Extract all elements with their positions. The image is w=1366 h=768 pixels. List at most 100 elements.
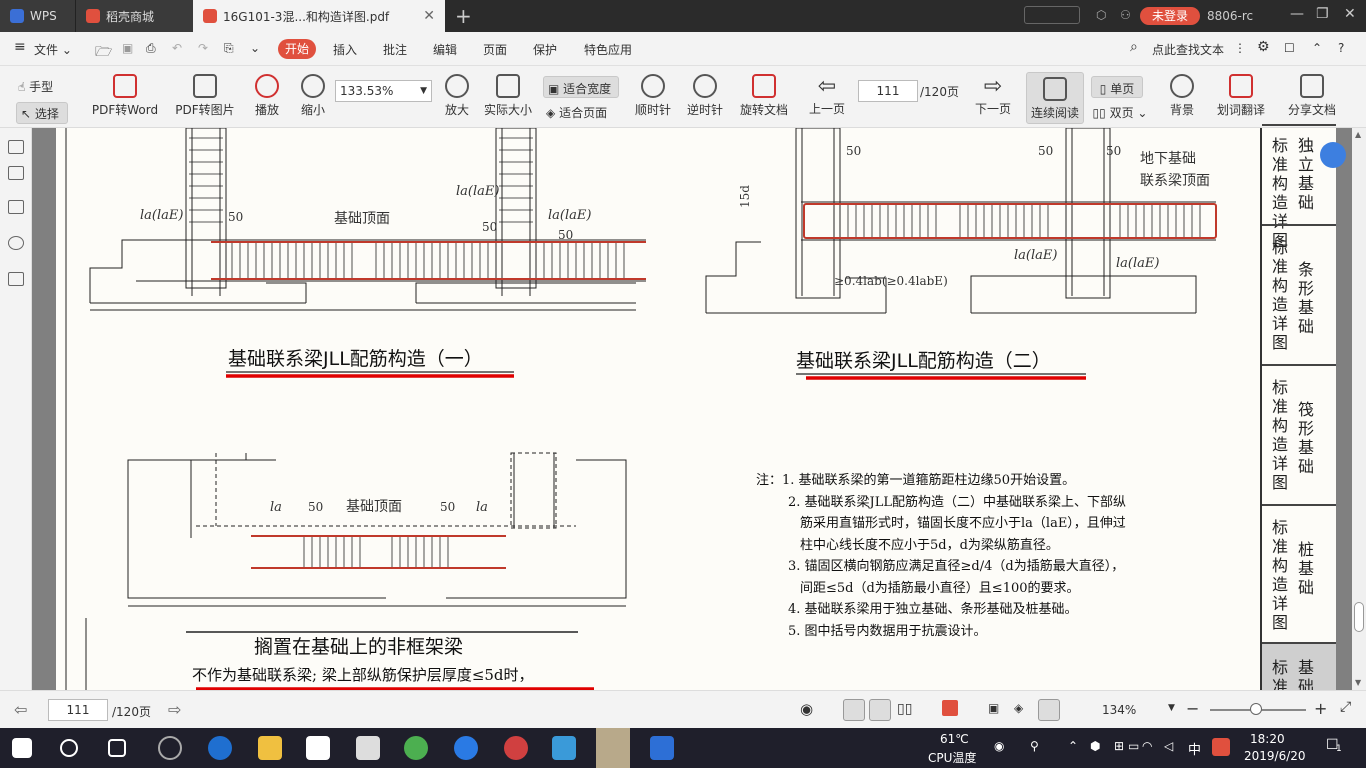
menu-edit[interactable]: 编辑 bbox=[433, 41, 457, 58]
thumbnails-icon[interactable] bbox=[8, 140, 24, 154]
zoom-minus-icon[interactable]: − bbox=[1186, 699, 1199, 718]
tray-expand-icon[interactable]: ⌃ bbox=[1068, 739, 1078, 753]
pdf-to-word-button[interactable]: PDF转Word bbox=[88, 74, 162, 118]
play-button[interactable]: 播放 bbox=[250, 74, 284, 118]
zoom-slider-thumb[interactable] bbox=[1250, 703, 1262, 715]
file-explorer-icon[interactable] bbox=[258, 736, 282, 760]
new-tab-icon[interactable]: + bbox=[455, 4, 472, 28]
zoom-level-select[interactable]: 133.53% ▼ bbox=[335, 80, 432, 102]
open-folder-icon[interactable]: 🗁 bbox=[95, 41, 112, 65]
rotate-ccw-button[interactable]: 逆时针 bbox=[684, 74, 726, 118]
menu-file[interactable]: 文件 ⌄ bbox=[34, 41, 72, 58]
prev-page-button[interactable]: ⇦ 上一页 bbox=[806, 74, 848, 117]
status-zoom-value[interactable]: 134% bbox=[1102, 703, 1136, 717]
undo-icon[interactable]: ↶ bbox=[172, 41, 182, 55]
tray-security-icon[interactable]: ⊞ bbox=[1114, 739, 1124, 753]
status-next-page-icon[interactable]: ⇨ bbox=[168, 700, 181, 719]
store-icon[interactable] bbox=[306, 736, 330, 760]
eye-protection-icon[interactable]: ◉ bbox=[800, 700, 813, 718]
actual-size-icon-status[interactable]: ▣ bbox=[988, 701, 999, 715]
fullscreen-icon[interactable]: ⤢ bbox=[1340, 699, 1351, 715]
cloud-sync-icon[interactable] bbox=[1024, 6, 1080, 24]
menu-start[interactable]: 开始 bbox=[278, 39, 316, 59]
close-tab-icon[interactable]: ✕ bbox=[423, 8, 435, 24]
save-icon[interactable]: ▣ bbox=[122, 41, 133, 55]
tab-wps[interactable]: WPS bbox=[0, 0, 75, 32]
single-page-button[interactable]: ▯ 单页 bbox=[1091, 76, 1143, 98]
document-viewport[interactable]: la(laE) 50 基础顶面 la(laE) 50 la(laE) 50 基础… bbox=[32, 128, 1352, 690]
green-browser-icon[interactable] bbox=[404, 736, 428, 760]
tab-docer-shop[interactable]: 稻壳商城 bbox=[75, 0, 193, 32]
redo-icon[interactable]: ↷ bbox=[198, 41, 208, 55]
wps-pdf-taskbar-icon[interactable] bbox=[596, 728, 630, 768]
windows-start-icon[interactable] bbox=[12, 738, 32, 758]
ime-indicator[interactable]: 中 bbox=[1188, 739, 1201, 758]
search-icon[interactable]: ⌕ bbox=[1130, 39, 1138, 55]
task-view-icon[interactable] bbox=[108, 739, 126, 757]
annotation-icon[interactable] bbox=[8, 236, 24, 250]
status-prev-page-icon[interactable]: ⇦ bbox=[14, 700, 27, 719]
close-window-icon[interactable]: ✕ bbox=[1344, 6, 1356, 22]
continuous-reading-button[interactable]: 连续阅读 bbox=[1026, 72, 1084, 124]
attachment-icon[interactable] bbox=[8, 272, 24, 286]
play-slideshow-icon[interactable] bbox=[942, 700, 958, 716]
fit-page-button[interactable]: ◈ 适合页面 bbox=[546, 104, 622, 121]
collapse-ribbon-icon[interactable]: ⌃ bbox=[1312, 41, 1322, 55]
search-text-button[interactable]: 点此查找文本 bbox=[1152, 41, 1224, 58]
rotate-cw-button[interactable]: 顺时针 bbox=[632, 74, 674, 118]
view-double-icon[interactable]: ▯▯ bbox=[897, 701, 912, 717]
tray-app-icon[interactable]: ◉ bbox=[994, 739, 1004, 753]
next-page-button[interactable]: ⇨ 下一页 bbox=[972, 74, 1014, 117]
translate-button[interactable]: 划词翻译 bbox=[1214, 74, 1268, 118]
app-360-icon[interactable] bbox=[158, 736, 182, 760]
menu-insert[interactable]: 插入 bbox=[333, 41, 357, 58]
shirt-icon[interactable]: ⚇ bbox=[1120, 8, 1131, 22]
more-icon[interactable]: ⋮ bbox=[1234, 41, 1246, 55]
fit-width-button[interactable]: ▣ 适合宽度 bbox=[543, 76, 619, 98]
feedback-icon[interactable]: ☐ bbox=[1284, 41, 1295, 55]
background-button[interactable]: 背景 bbox=[1162, 74, 1202, 118]
zoom-plus-icon[interactable]: + bbox=[1314, 699, 1327, 718]
customize-icon[interactable]: ⌄ bbox=[250, 41, 260, 55]
maximize-icon[interactable]: ❐ bbox=[1316, 6, 1329, 22]
app-swirl-icon[interactable] bbox=[504, 736, 528, 760]
status-page-input[interactable]: 111 bbox=[48, 699, 108, 721]
select-tool-button[interactable]: ↖ 选择 bbox=[16, 102, 68, 124]
menu-annotate[interactable]: 批注 bbox=[383, 41, 407, 58]
volume-icon[interactable]: ◁ bbox=[1164, 739, 1173, 753]
rotate-document-button[interactable]: 旋转文档 bbox=[736, 74, 792, 118]
hand-tool-button[interactable]: ☝ 手型 bbox=[18, 78, 68, 95]
actual-size-button[interactable]: 实际大小 bbox=[480, 74, 536, 118]
view-continuous-icon[interactable] bbox=[843, 699, 865, 721]
mail-icon[interactable] bbox=[356, 736, 380, 760]
menu-page[interactable]: 页面 bbox=[483, 41, 507, 58]
hamburger-icon[interactable]: ≡ bbox=[14, 39, 26, 55]
export-icon[interactable]: ⎘ bbox=[224, 41, 234, 56]
help-icon[interactable]: ? bbox=[1338, 41, 1344, 55]
settings-gear-icon[interactable]: ⚙ bbox=[1257, 39, 1270, 55]
fit-page-icon-status[interactable]: ◈ bbox=[1014, 701, 1023, 715]
menu-protect[interactable]: 保护 bbox=[533, 41, 557, 58]
clock-date[interactable]: 2019/6/20 bbox=[1244, 749, 1306, 763]
sogou-input-icon[interactable] bbox=[1212, 738, 1230, 756]
wps-office-icon[interactable] bbox=[650, 736, 674, 760]
tray-network-app-icon[interactable]: ⬢ bbox=[1090, 739, 1100, 753]
view-single-icon[interactable] bbox=[869, 699, 891, 721]
outline-icon[interactable] bbox=[8, 166, 24, 180]
sogou-icon[interactable] bbox=[454, 736, 478, 760]
fit-width-icon-status[interactable] bbox=[1038, 699, 1060, 721]
share-document-button[interactable]: 分享文档 bbox=[1284, 74, 1340, 118]
scroll-down-arrow-icon[interactable]: ▼ bbox=[1355, 678, 1361, 687]
search-taskbar-icon[interactable] bbox=[60, 739, 78, 757]
login-button[interactable]: 未登录 bbox=[1140, 7, 1200, 25]
tab-pdf-document[interactable]: 16G101-3混...和构造详图.pdf ✕ bbox=[193, 0, 445, 32]
wifi-icon[interactable]: ◠ bbox=[1142, 739, 1152, 753]
people-icon[interactable]: ⚲ bbox=[1030, 739, 1039, 753]
menu-special[interactable]: 特色应用 bbox=[584, 41, 632, 58]
scroll-thumb[interactable] bbox=[1354, 602, 1364, 632]
vertical-scrollbar[interactable]: ▲ ▼ bbox=[1352, 128, 1366, 690]
double-page-button[interactable]: ▯▯ 双页 ⌄ bbox=[1092, 104, 1148, 121]
scroll-up-arrow-icon[interactable]: ▲ bbox=[1355, 130, 1361, 139]
pdf-to-image-button[interactable]: PDF转图片 bbox=[172, 74, 238, 118]
tray-disk-icon[interactable]: ▭ bbox=[1128, 739, 1139, 753]
